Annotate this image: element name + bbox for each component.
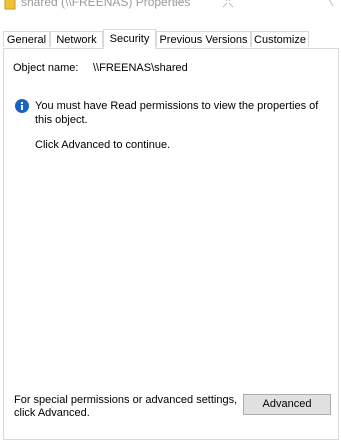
- close-icon[interactable]: [325, 0, 341, 8]
- permission-message: You must have Read permissions to view t…: [35, 100, 319, 126]
- tab-previous-versions[interactable]: Previous Versions: [156, 31, 251, 47]
- title-bar[interactable]: shared (\\FREENAS) Properties: [0, 0, 341, 18]
- maximize-icon[interactable]: [220, 0, 236, 8]
- tab-security[interactable]: Security: [103, 29, 156, 49]
- object-name-label: Object name:: [13, 62, 79, 74]
- tab-customize[interactable]: Customize: [251, 31, 309, 47]
- continue-hint: Click Advanced to continue.: [35, 139, 171, 151]
- properties-window: shared (\\FREENAS) Properties General Ne…: [0, 0, 341, 442]
- tab-general[interactable]: General: [3, 31, 50, 47]
- special-permissions-text: For special permissions or advanced sett…: [14, 394, 238, 419]
- info-icon: [15, 99, 29, 113]
- folder-icon: [4, 0, 16, 11]
- tab-strip: General Network Security Previous Versio…: [3, 29, 339, 49]
- minimize-icon[interactable]: [170, 0, 186, 8]
- advanced-button[interactable]: Advanced: [243, 394, 331, 415]
- tab-network[interactable]: Network: [50, 31, 103, 47]
- object-name-value: \\FREENAS\shared: [93, 62, 188, 74]
- window-title: shared (\\FREENAS) Properties: [21, 0, 191, 9]
